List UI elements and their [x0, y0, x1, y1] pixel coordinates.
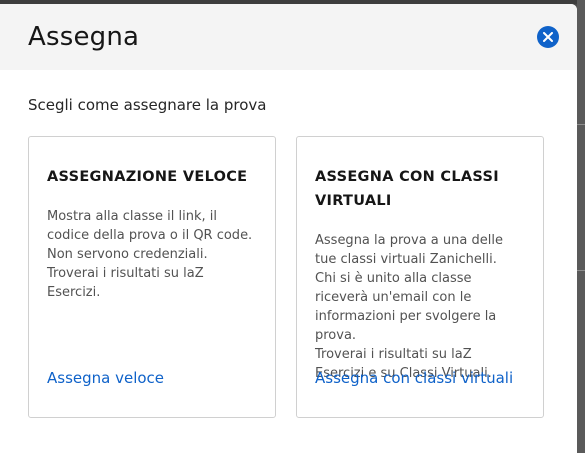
card-description-line: Troverai i risultati su laZ Esercizi.: [47, 266, 204, 300]
assign-options: ASSEGNAZIONE VELOCE Mostra alla classe i…: [28, 136, 549, 418]
close-icon: [543, 32, 553, 42]
card-description-line: Assegna la prova a una delle tue classi …: [315, 233, 503, 267]
card-description-line: Chi si è unito alla classe riceverà un'e…: [315, 271, 497, 343]
card-description: Mostra alla classe il link, il codice de…: [47, 207, 257, 302]
backdrop-right-edge: [577, 0, 585, 453]
card-title: ASSEGNA CON CLASSI VIRTUALI: [315, 169, 499, 209]
virtual-class-assign-card: ASSEGNA CON CLASSI VIRTUALI Assegna la p…: [296, 136, 544, 418]
quick-assign-card: ASSEGNAZIONE VELOCE Mostra alla classe i…: [28, 136, 276, 418]
assign-modal: Assegna Scegli come assegnare la prova A…: [0, 4, 577, 453]
modal-body: Scegli come assegnare la prova ASSEGNAZI…: [0, 70, 577, 418]
quick-assign-link[interactable]: Assegna veloce: [47, 369, 164, 387]
close-button[interactable]: [537, 26, 559, 48]
card-title: ASSEGNAZIONE VELOCE: [47, 169, 248, 185]
virtual-class-assign-link[interactable]: Assegna con classi virtuali: [315, 369, 513, 387]
card-description-line: Non servono credenziali.: [47, 247, 208, 262]
card-description-line: Mostra alla classe il link, il codice de…: [47, 209, 253, 243]
modal-subtitle: Scegli come assegnare la prova: [28, 96, 267, 114]
modal-header: Assegna: [0, 4, 577, 70]
backdrop-line: [577, 124, 585, 125]
backdrop-line: [577, 270, 585, 271]
card-description: Assegna la prova a una delle tue classi …: [315, 231, 525, 383]
modal-title: Assegna: [28, 22, 140, 52]
